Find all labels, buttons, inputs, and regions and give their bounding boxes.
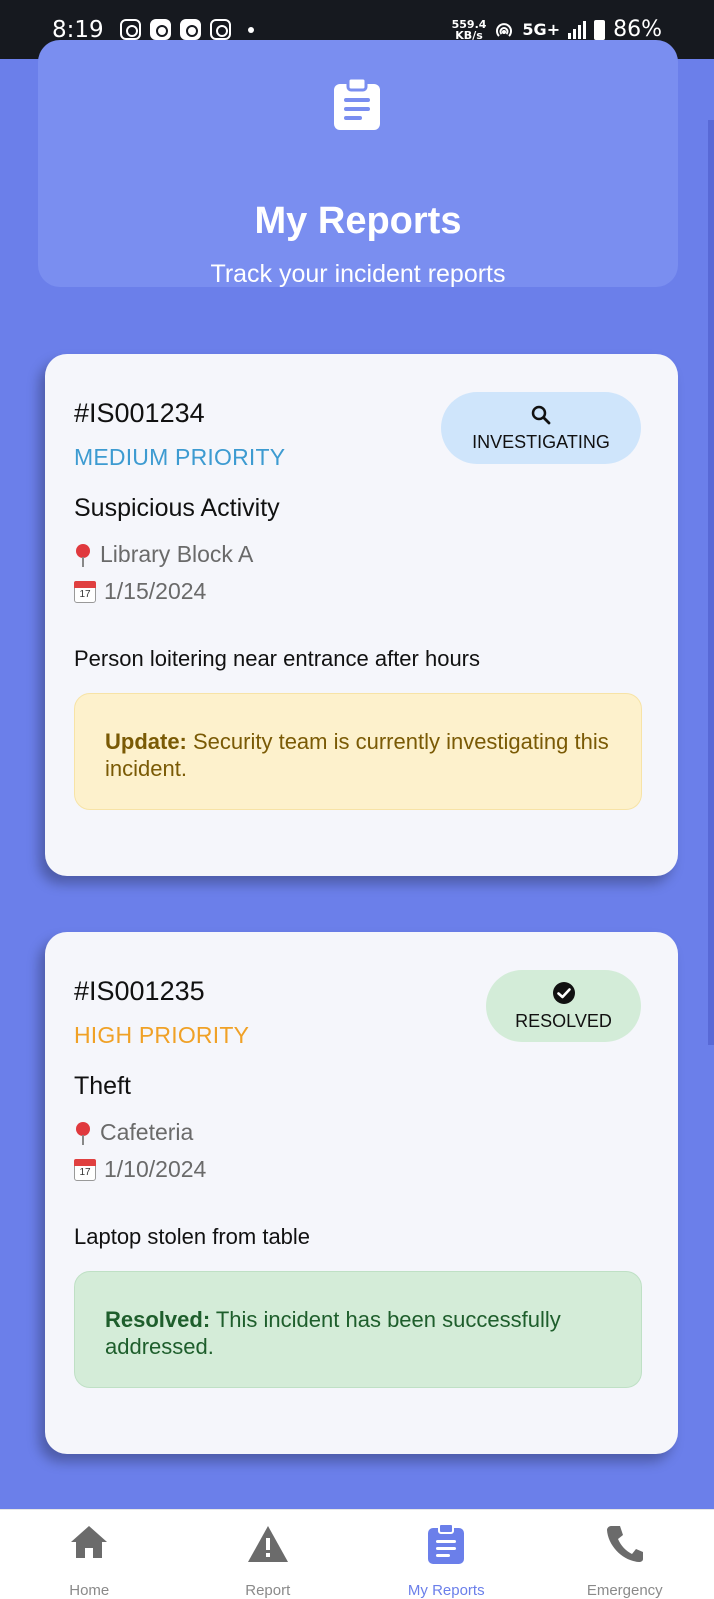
location-text: Cafeteria: [100, 1119, 194, 1145]
status-time: 8:19: [52, 16, 104, 43]
report-card[interactable]: #IS001235 HIGH PRIORITY RESOLVED Theft C…: [45, 932, 678, 1454]
network-speed: 559.4 KB/s: [452, 19, 487, 41]
warning-icon: [247, 1526, 288, 1562]
report-title: Suspicious Activity: [74, 494, 280, 522]
clipboard-icon: [428, 1524, 465, 1564]
status-text: RESOLVED: [515, 1010, 612, 1031]
home-icon: [71, 1526, 108, 1558]
priority-label: MEDIUM PRIORITY: [74, 444, 286, 470]
date-text: 1/10/2024: [104, 1156, 207, 1182]
report-id: #IS001235: [74, 976, 205, 1006]
speed-value: 559.4: [451, 17, 487, 31]
date-text: 1/15/2024: [104, 578, 207, 604]
report-location: Library Block A: [74, 541, 253, 568]
notification-icons: [119, 19, 254, 40]
instagram-icon: [209, 19, 231, 40]
location-pin-icon: [76, 543, 90, 567]
nav-label: My Reports: [407, 1582, 485, 1599]
status-text: INVESTIGATING: [472, 431, 610, 452]
mail-icon: [179, 19, 201, 40]
report-description: Laptop stolen from table: [74, 1224, 311, 1249]
check-circle-icon: [552, 981, 575, 1004]
report-id: #IS001234: [74, 398, 205, 428]
battery-percent: 86%: [613, 17, 662, 42]
page-title: My Reports: [254, 200, 462, 242]
nav-label: Emergency: [586, 1582, 663, 1599]
page-subtitle: Track your incident reports: [210, 260, 506, 288]
instagram-icon: [119, 19, 141, 40]
nav-report[interactable]: Report: [179, 1510, 358, 1599]
speed-unit: KB/s: [455, 28, 483, 42]
report-description: Person loitering near entrance after hou…: [74, 646, 481, 671]
report-title: Theft: [74, 1072, 131, 1100]
status-badge: RESOLVED: [486, 970, 641, 1042]
status-badge: INVESTIGATING: [441, 392, 641, 464]
dot-icon: [247, 26, 254, 33]
note-label: Resolved:: [105, 1307, 211, 1332]
report-location: Cafeteria: [74, 1119, 193, 1146]
bottom-nav: Home Report My Reports Emergency: [0, 1509, 714, 1599]
report-date: 17 1/10/2024: [74, 1156, 206, 1183]
update-note: Update: Security team is currently inves…: [74, 693, 642, 810]
resolved-note: Resolved: This incident has been success…: [74, 1271, 642, 1388]
nav-my-reports[interactable]: My Reports: [357, 1510, 536, 1599]
phone-icon: [606, 1526, 643, 1562]
network-type: 5G+: [522, 20, 561, 39]
nav-emergency[interactable]: Emergency: [536, 1510, 714, 1599]
scrollbar[interactable]: [708, 120, 714, 1045]
priority-label: HIGH PRIORITY: [74, 1022, 250, 1048]
nav-label: Home: [69, 1582, 110, 1599]
clipboard-icon: [334, 78, 380, 130]
hotspot-icon: [496, 22, 513, 37]
calendar-icon: 17: [74, 1158, 96, 1181]
report-card[interactable]: #IS001234 MEDIUM PRIORITY INVESTIGATING …: [45, 354, 678, 876]
battery-icon: [594, 19, 606, 40]
calendar-icon: 17: [74, 580, 96, 603]
note-label: Update:: [105, 729, 187, 754]
location-text: Library Block A: [100, 541, 254, 567]
cb-icon: [149, 19, 171, 40]
header-card: My Reports Track your incident reports: [38, 40, 678, 288]
signal-icon: [568, 20, 587, 39]
report-date: 17 1/15/2024: [74, 578, 206, 605]
nav-home[interactable]: Home: [0, 1510, 179, 1599]
search-icon: [531, 405, 551, 424]
system-icons: 559.4 KB/s 5G+ 86%: [452, 17, 662, 42]
nav-label: Report: [245, 1582, 291, 1599]
location-pin-icon: [76, 1121, 90, 1145]
